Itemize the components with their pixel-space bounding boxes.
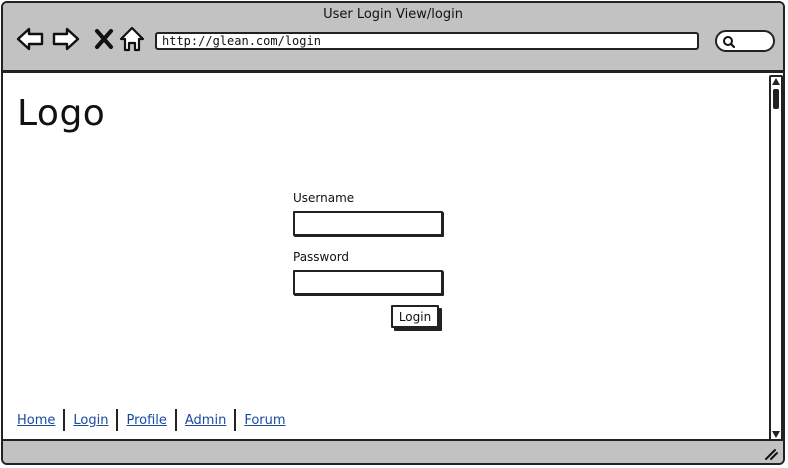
scroll-up-icon[interactable]	[772, 78, 780, 85]
password-input[interactable]	[293, 270, 443, 295]
scroll-thumb[interactable]	[773, 89, 779, 109]
footer-link-profile[interactable]: Profile	[122, 413, 170, 428]
close-icon[interactable]	[89, 24, 119, 54]
username-input[interactable]	[293, 211, 443, 236]
footer-link-login[interactable]: Login	[69, 413, 112, 428]
logo: Logo	[17, 93, 106, 134]
footer-link-home[interactable]: Home	[17, 413, 59, 428]
browser-toolbar: User Login View/login http://glean.com/l…	[3, 3, 783, 73]
search-icon	[723, 36, 736, 49]
login-button[interactable]: Login	[391, 305, 439, 328]
arrow-right-icon[interactable]	[51, 24, 81, 54]
footer-link-admin[interactable]: Admin	[181, 413, 230, 428]
vertical-scrollbar[interactable]	[769, 75, 783, 441]
window-title: User Login View/login	[323, 7, 463, 22]
status-bar	[3, 439, 783, 463]
footer-separator	[174, 409, 177, 431]
footer-separator	[63, 409, 66, 431]
footer-separator	[116, 409, 119, 431]
search-box[interactable]	[715, 30, 775, 52]
password-label: Password	[293, 250, 350, 264]
page-content: Logo Username Password Login Home Login …	[3, 73, 767, 441]
footer-separator	[234, 409, 237, 431]
resize-grip-icon[interactable]	[763, 445, 779, 461]
address-bar[interactable]: http://glean.com/login	[155, 32, 699, 50]
scroll-down-icon[interactable]	[772, 431, 780, 438]
browser-window: User Login View/login http://glean.com/l…	[1, 1, 785, 465]
home-icon[interactable]	[117, 24, 147, 54]
footer-nav: Home Login Profile Admin Forum	[17, 409, 290, 431]
arrow-left-icon[interactable]	[15, 24, 45, 54]
username-label: Username	[293, 191, 355, 205]
footer-link-forum[interactable]: Forum	[240, 413, 289, 428]
